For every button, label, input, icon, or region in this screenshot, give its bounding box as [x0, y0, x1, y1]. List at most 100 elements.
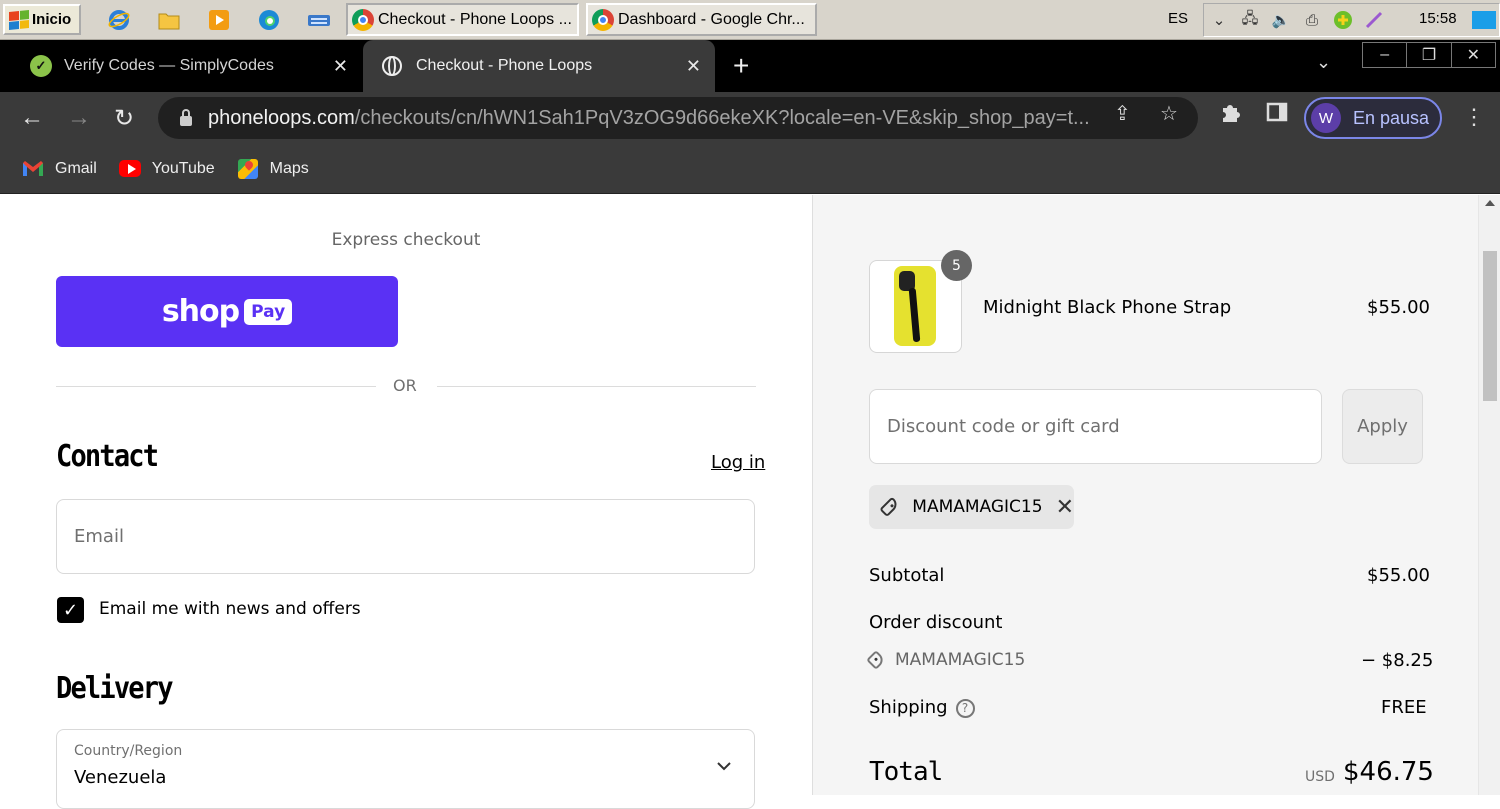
chevron-down-icon[interactable]: ⌄ — [1208, 9, 1230, 31]
shop-pay-button[interactable]: shop Pay — [56, 276, 398, 347]
tab-verify-codes[interactable]: ✓ Verify Codes — SimplyCodes ✕ — [16, 40, 362, 92]
url-text[interactable]: phoneloops.com/checkouts/cn/hWN1Sah1PqV3… — [208, 107, 1090, 130]
internet-explorer-icon[interactable] — [106, 7, 132, 33]
or-divider: OR — [56, 374, 756, 398]
minimize-button[interactable]: – — [1363, 43, 1408, 67]
profile-button[interactable]: W En pausa — [1304, 97, 1442, 139]
new-tab-button[interactable]: + — [733, 50, 749, 82]
chrome-icon — [592, 8, 614, 31]
bookmark-label: Maps — [269, 159, 309, 177]
taskbar-item-checkout[interactable]: Checkout - Phone Loops ... — [346, 3, 579, 36]
applied-code: MAMAMAGIC15 — [912, 497, 1043, 517]
gmail-icon — [22, 160, 44, 178]
country-region-select[interactable]: Country/Region Venezuela — [56, 729, 755, 809]
country-region-label: Country/Region — [74, 743, 183, 759]
show-desktop-icon[interactable] — [1472, 11, 1496, 29]
side-panel-icon[interactable] — [1266, 101, 1288, 129]
news-offers-label: Email me with news and offers — [99, 599, 361, 619]
discount-code-input[interactable]: Discount code or gift card — [869, 389, 1322, 464]
taskbar-item-label: Checkout - Phone Loops ... — [378, 10, 572, 28]
bookmarks-bar: Gmail YouTube Maps — [0, 144, 1500, 194]
windows-logo-icon — [9, 9, 29, 30]
share-icon[interactable]: ⇪ — [1114, 101, 1131, 126]
news-offers-checkbox[interactable]: ✓ — [57, 597, 84, 623]
start-button[interactable]: Inicio — [3, 4, 81, 35]
media-player-icon[interactable] — [206, 7, 232, 33]
discount-code: MAMAMAGIC15 — [895, 650, 1026, 670]
close-window-button[interactable]: ✕ — [1452, 43, 1495, 67]
product-price: $55.00 — [1367, 297, 1430, 318]
country-region-value: Venezuela — [74, 767, 167, 788]
shield-icon[interactable] — [1332, 9, 1354, 31]
phone-strap — [908, 287, 921, 343]
apply-discount-button[interactable]: Apply — [1342, 389, 1423, 464]
divider-line — [56, 386, 376, 387]
tab-strip: ✓ Verify Codes — SimplyCodes ✕ Checkout … — [0, 40, 1500, 92]
forward-arrow-icon[interactable]: → — [67, 104, 91, 132]
tab-title: Checkout - Phone Loops — [416, 57, 593, 74]
language-indicator[interactable]: ES — [1168, 10, 1188, 27]
back-arrow-icon[interactable]: ← — [20, 104, 44, 132]
taskbar-item-label: Dashboard - Google Chr... — [618, 10, 805, 28]
more-menu-icon[interactable]: ⋮ — [1463, 104, 1485, 130]
phone-case-image — [894, 266, 936, 346]
delivery-heading: Delivery — [56, 671, 173, 706]
avatar: W — [1311, 103, 1341, 133]
tag-icon — [879, 496, 900, 518]
windows-taskbar: Inicio Checkout - Phone Loops ... Dashbo… — [0, 0, 1500, 40]
shop-pay-wordmark: shop — [161, 294, 240, 329]
subtotal-value: $55.00 — [1367, 565, 1430, 586]
email-placeholder: Email — [74, 526, 124, 547]
bookmark-label: YouTube — [151, 159, 215, 177]
email-field[interactable]: Email — [56, 499, 755, 574]
restore-button[interactable]: ❐ — [1407, 43, 1452, 67]
address-bar[interactable]: phoneloops.com/checkouts/cn/hWN1Sah1PqV3… — [158, 97, 1198, 139]
clock: 15:58 — [1419, 10, 1457, 27]
applied-discount-chip: MAMAMAGIC15 ✕ — [869, 485, 1074, 529]
checkout-form-column: Express checkout shop Pay OR Contact Log… — [0, 195, 812, 809]
tab-search-chevron-icon[interactable]: ⌄ — [1316, 52, 1331, 73]
close-tab-icon[interactable]: ✕ — [686, 56, 701, 77]
bookmark-maps[interactable]: Maps — [237, 158, 309, 179]
chevron-down-icon — [716, 756, 732, 775]
bookmark-star-icon[interactable]: ☆ — [1160, 101, 1178, 126]
log-in-link[interactable]: Log in — [711, 452, 765, 473]
folder-icon[interactable] — [156, 7, 182, 33]
bookmark-label: Gmail — [55, 159, 97, 177]
checkout-page: Express checkout shop Pay OR Contact Log… — [0, 195, 1500, 809]
taskbar-item-dashboard[interactable]: Dashboard - Google Chr... — [586, 3, 817, 36]
tab-checkout[interactable]: Checkout - Phone Loops ✕ — [363, 40, 715, 92]
chrome-icon — [352, 8, 374, 31]
maps-icon — [237, 158, 259, 179]
simplycodes-icon: ✓ — [30, 55, 52, 77]
browser-toolbar: ← → ↻ phoneloops.com/checkouts/cn/hWN1Sa… — [0, 92, 1500, 144]
network-icon[interactable]: 🖧 — [1239, 9, 1261, 31]
keyboard-icon[interactable] — [306, 7, 332, 33]
pen-icon[interactable] — [1363, 9, 1385, 31]
product-name: Midnight Black Phone Strap — [983, 297, 1232, 318]
tag-icon — [866, 650, 886, 670]
url-domain: phoneloops.com — [208, 106, 355, 129]
globe-icon — [382, 56, 402, 76]
help-icon[interactable]: ? — [955, 698, 975, 718]
extensions-puzzle-icon[interactable] — [1220, 101, 1242, 129]
discount-placeholder: Discount code or gift card — [887, 416, 1120, 437]
reload-icon[interactable]: ↻ — [114, 104, 134, 133]
page-scrollbar[interactable] — [1478, 195, 1500, 795]
express-checkout-label: Express checkout — [331, 230, 481, 250]
scroll-thumb[interactable] — [1483, 251, 1497, 401]
bookmark-youtube[interactable]: YouTube — [118, 159, 215, 178]
lock-icon[interactable] — [180, 109, 192, 126]
total-value: $46.75 — [1343, 757, 1434, 787]
edge-icon[interactable] — [256, 7, 282, 33]
order-discount-label: Order discount — [869, 612, 1003, 633]
remove-discount-icon[interactable]: ✕ — [1056, 495, 1074, 520]
shop-pay-badge: Pay — [244, 298, 293, 325]
volume-icon[interactable]: 🔈 — [1270, 9, 1292, 31]
bookmark-gmail[interactable]: Gmail — [22, 160, 97, 178]
usb-icon[interactable]: ⎙ — [1301, 9, 1323, 31]
window-controls: – ❐ ✕ — [1362, 42, 1496, 68]
close-tab-icon[interactable]: ✕ — [333, 56, 348, 77]
shipping-row: Shipping? — [869, 697, 975, 718]
scroll-up-arrow-icon[interactable] — [1485, 200, 1495, 206]
